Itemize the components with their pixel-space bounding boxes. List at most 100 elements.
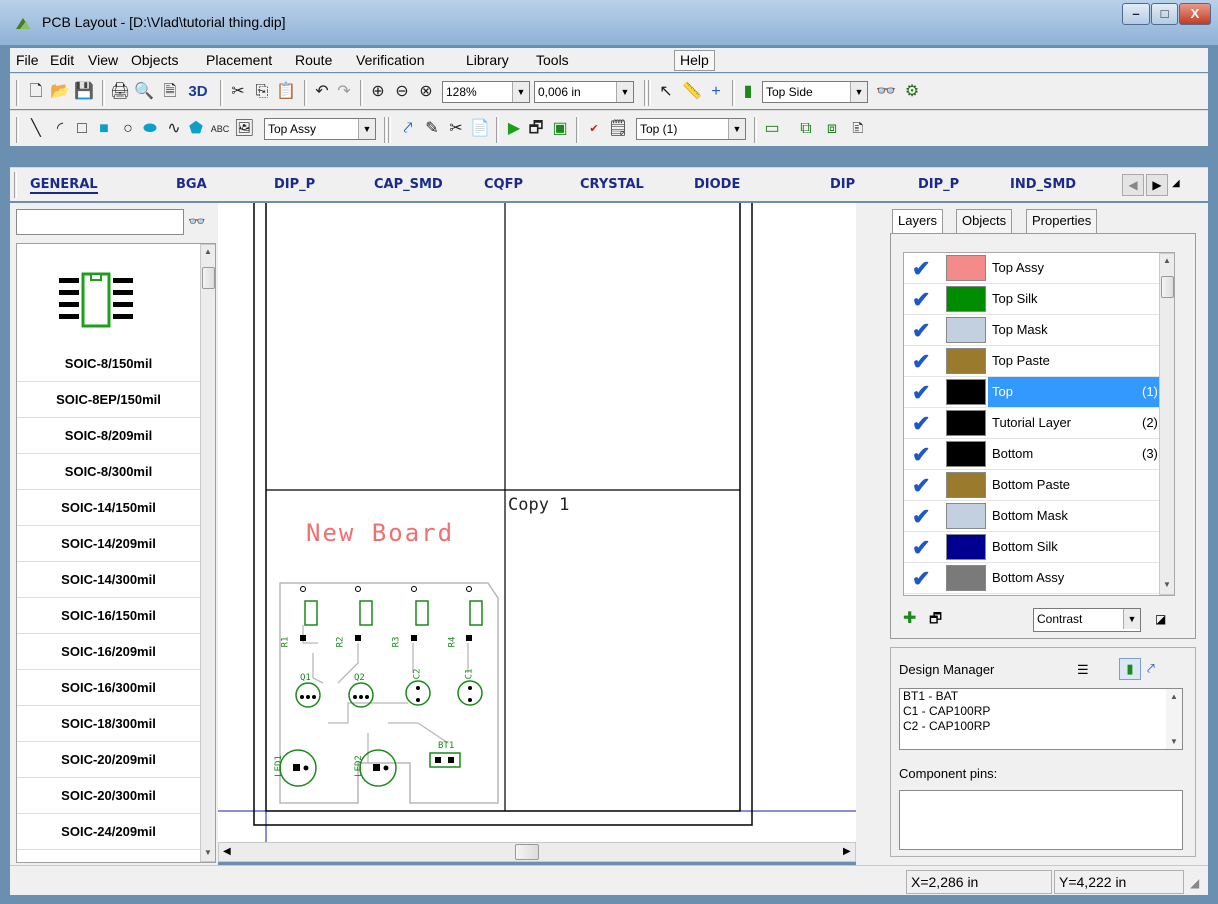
line-tool-icon[interactable]: ╲: [26, 119, 46, 139]
scroll-right-icon[interactable]: ▶: [843, 846, 851, 857]
check-icon[interactable]: ✔: [912, 473, 930, 499]
scroll-down-icon[interactable]: ▼: [204, 848, 212, 857]
layer-row[interactable]: ✔ Tutorial Layer (2): [904, 408, 1160, 439]
check-icon[interactable]: ✔: [912, 287, 930, 313]
tab-dip-p-2[interactable]: DIP_P: [918, 177, 959, 192]
print-preview-icon[interactable]: 🔍: [134, 82, 154, 102]
layer-row[interactable]: ✔ Bottom Silk: [904, 532, 1160, 563]
autoroute-import-icon[interactable]: ▣: [550, 119, 570, 139]
list-item[interactable]: C2 - CAP100RP: [903, 719, 1182, 734]
library-scrollbar[interactable]: ▲ ▼: [200, 244, 215, 862]
filled-rectangle-tool-icon[interactable]: ■: [94, 119, 114, 139]
tab-menu-icon[interactable]: ◢: [1172, 178, 1180, 189]
title-bar[interactable]: PCB Layout - [D:\Vlad\tutorial thing.dip…: [0, 0, 1218, 46]
nets-view-icon[interactable]: ⤤: [1147, 660, 1155, 677]
drc-settings-icon[interactable]: 🗒: [608, 119, 628, 139]
paste-icon[interactable]: 📋: [276, 82, 296, 102]
binoculars-icon[interactable]: 👓: [876, 82, 896, 102]
polyline-tool-icon[interactable]: ∿: [164, 119, 184, 139]
scrollbar-thumb[interactable]: [202, 267, 215, 289]
tab-crystal[interactable]: CRYSTAL: [580, 177, 644, 192]
component-list[interactable]: BT1 - BAT C1 - CAP100RP C2 - CAP100RP ▲ ▼: [899, 688, 1183, 750]
list-item[interactable]: SOIC-16/150mil: [17, 598, 200, 634]
layer-number-select[interactable]: Top (1) ▼: [636, 118, 746, 140]
list-view-icon[interactable]: ☰: [1077, 662, 1089, 678]
drc-check-icon[interactable]: ✔: [584, 119, 604, 139]
view-3d-button[interactable]: 3D: [184, 82, 212, 102]
menu-file[interactable]: File: [16, 52, 39, 68]
list-item[interactable]: SOIC-18/300mil: [17, 706, 200, 742]
check-icon[interactable]: ✔: [912, 380, 930, 406]
pcb-canvas[interactable]: New Board Copy 1 R1 R2 R3 R4 Q1 Q2 C2 C1…: [218, 203, 856, 842]
report-icon[interactable]: 🗈: [848, 119, 868, 139]
rectangle-tool-icon[interactable]: □: [72, 119, 92, 139]
check-icon[interactable]: ✔: [912, 535, 930, 561]
layer-row[interactable]: ✔ Bottom Paste: [904, 470, 1160, 501]
list-item[interactable]: SOIC-16/300mil: [17, 670, 200, 706]
tab-bga[interactable]: BGA: [176, 177, 207, 192]
component-place-icon[interactable]: ⧉: [796, 119, 816, 139]
layer-properties-icon[interactable]: 🗗: [929, 608, 942, 632]
layer-color-swatch[interactable]: [946, 565, 986, 591]
tab-scroll-right-icon[interactable]: ▶: [1146, 174, 1168, 196]
chip-icon[interactable]: ▮: [738, 82, 758, 102]
zoom-select[interactable]: 128% ▼: [442, 81, 530, 103]
autoroute-play-icon[interactable]: ▶: [504, 119, 524, 139]
route-trace-icon[interactable]: ⤤: [398, 119, 418, 139]
circle-tool-icon[interactable]: ○: [118, 119, 138, 139]
menu-verification[interactable]: Verification: [356, 52, 424, 68]
route-edit-icon[interactable]: ✎: [422, 119, 442, 139]
layer-color-swatch[interactable]: [946, 503, 986, 529]
library-search-input[interactable]: [16, 209, 184, 235]
layer-row[interactable]: ✔ Bottom Mask: [904, 501, 1160, 532]
print-icon[interactable]: 🖨: [110, 82, 130, 102]
check-icon[interactable]: ✔: [912, 318, 930, 344]
zoom-in-icon[interactable]: ⊕: [368, 82, 388, 102]
open-folder-icon[interactable]: 📂: [50, 82, 70, 102]
grid-select[interactable]: 0,006 in ▼: [534, 81, 634, 103]
drawing-layer-select[interactable]: Top Assy ▼: [264, 118, 376, 140]
scroll-down-icon[interactable]: ▼: [1163, 580, 1171, 589]
layer-toggle-icon[interactable]: ◪: [1155, 612, 1166, 626]
contrast-select[interactable]: Contrast ▼: [1033, 608, 1141, 632]
scrollbar-thumb[interactable]: [515, 844, 539, 860]
tab-scroll-left-icon[interactable]: ◀: [1122, 174, 1144, 196]
list-item[interactable]: C1 - CAP100RP: [903, 704, 1182, 719]
tab-ind-smd[interactable]: IND_SMD: [1010, 177, 1076, 192]
measure-icon[interactable]: 📏: [682, 82, 702, 102]
menu-objects[interactable]: Objects: [131, 52, 178, 68]
route-options-icon[interactable]: 📄: [470, 119, 490, 139]
tab-layers[interactable]: Layers: [892, 209, 944, 235]
layer-color-swatch[interactable]: [946, 348, 986, 374]
check-icon[interactable]: ✔: [912, 442, 930, 468]
close-button[interactable]: X: [1179, 3, 1211, 25]
zoom-out-icon[interactable]: ⊖: [392, 82, 412, 102]
check-icon[interactable]: ✔: [912, 504, 930, 530]
tab-objects[interactable]: Objects: [956, 209, 1013, 233]
undo-icon[interactable]: ↶: [312, 82, 332, 102]
list-item[interactable]: SOIC-20/300mil: [17, 778, 200, 814]
autoroute-export-icon[interactable]: 🗗: [526, 119, 546, 139]
layer-color-swatch[interactable]: [946, 317, 986, 343]
layer-row[interactable]: ✔ Top Silk: [904, 284, 1160, 315]
minimize-button[interactable]: –: [1122, 3, 1150, 25]
list-item[interactable]: SOIC-8/300mil: [17, 454, 200, 490]
layer-row[interactable]: ✔ Bottom (3): [904, 439, 1160, 470]
list-item[interactable]: SOIC-24/209mil: [17, 814, 200, 850]
scrollbar-thumb[interactable]: [1161, 276, 1174, 298]
layer-row[interactable]: ✔ Bottom Assy: [904, 563, 1160, 594]
crosshair-icon[interactable]: +: [706, 82, 726, 102]
menu-placement[interactable]: Placement: [206, 52, 272, 68]
tab-dip-p[interactable]: DIP_P: [274, 177, 315, 192]
layer-row[interactable]: ✔ Top Assy: [904, 253, 1160, 284]
tab-dip[interactable]: DIP: [830, 177, 855, 192]
layer-row[interactable]: ✔ Top (1): [904, 377, 1160, 408]
document-icon[interactable]: 🗎: [160, 82, 180, 102]
check-icon[interactable]: ✔: [912, 256, 930, 282]
menu-library[interactable]: Library: [466, 52, 509, 68]
list-item[interactable]: SOIC-20/209mil: [17, 742, 200, 778]
components-view-icon[interactable]: ▮: [1119, 658, 1141, 680]
tab-diode[interactable]: DIODE: [694, 177, 740, 192]
list-item[interactable]: SOIC-16/209mil: [17, 634, 200, 670]
layer-row[interactable]: ✔ Top Mask: [904, 315, 1160, 346]
